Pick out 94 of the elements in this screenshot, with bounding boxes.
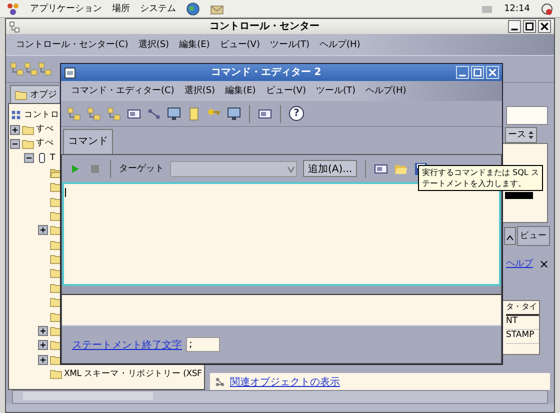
expand-icon[interactable]	[38, 225, 48, 236]
collapse-icon[interactable]	[24, 153, 34, 164]
menu-item[interactable]: ツール(T)	[316, 85, 356, 97]
tab-label: オブジ	[30, 88, 57, 101]
menu-item[interactable]: 選択(S)	[138, 38, 170, 50]
folder-icon	[50, 240, 62, 250]
link-icon	[214, 376, 226, 387]
window-icon[interactable]	[127, 106, 141, 120]
tree-item[interactable]: すべ	[36, 124, 54, 136]
column-header[interactable]: タ・タイ	[506, 301, 539, 316]
open-folder-icon	[50, 168, 62, 178]
folder-icon	[50, 282, 62, 293]
node-icon[interactable]	[67, 106, 81, 120]
view-button[interactable]: ビュー	[517, 226, 550, 246]
window-icon	[64, 66, 76, 78]
folder-icon	[50, 196, 62, 207]
menu-item[interactable]: 編集(E)	[179, 38, 210, 50]
column-header[interactable]: ース	[505, 127, 537, 144]
folder-icon	[50, 254, 62, 264]
connection-icon[interactable]	[147, 106, 161, 120]
expand-icon[interactable]	[38, 340, 48, 350]
menu-item[interactable]: 選択(S)	[184, 85, 216, 97]
caret-icon	[506, 234, 514, 241]
tab[interactable]: コマンド	[63, 129, 113, 154]
menu-item[interactable]: ヘルプ(H)	[366, 85, 406, 97]
panel-menu[interactable]: 場所	[112, 2, 130, 14]
folder-icon	[50, 354, 62, 365]
folder-icon	[50, 369, 62, 380]
tree-item[interactable]: コントロ	[24, 110, 60, 121]
maximize-icon[interactable]	[523, 20, 536, 33]
collapse-icon[interactable]	[10, 138, 20, 149]
folder-icon	[50, 210, 62, 221]
panel-menu[interactable]: システム	[140, 2, 176, 14]
close-icon[interactable]	[538, 20, 551, 33]
folder-icon	[50, 312, 62, 322]
document-icon[interactable]	[187, 106, 201, 120]
menu-item[interactable]: ヘルプ(H)	[320, 38, 360, 50]
scrollbar[interactable]	[12, 390, 548, 404]
monitor-icon[interactable]	[227, 106, 241, 120]
folder-icon	[15, 90, 27, 100]
folder-icon	[50, 182, 62, 192]
sort-icon[interactable]	[528, 130, 534, 140]
minimize-icon[interactable]	[508, 20, 521, 33]
tooltip-text: 実行するコマンドまたは SQL ス	[422, 167, 539, 178]
tree-icon	[9, 20, 21, 32]
terminator-field[interactable]: ;	[186, 337, 220, 352]
folder-icon	[50, 297, 62, 308]
expand-icon[interactable]	[10, 124, 20, 135]
tree-item[interactable]: T	[50, 152, 55, 164]
folder-icon	[50, 225, 62, 236]
caret-button[interactable]	[504, 227, 516, 246]
folder-icon	[22, 138, 34, 149]
window-title: コントロール・センター	[208, 20, 320, 32]
monitor-icon[interactable]	[167, 106, 181, 120]
add-button[interactable]: 追加(A)...	[303, 160, 358, 177]
tree-item[interactable]: すべ	[36, 138, 54, 150]
panel-menu[interactable]: アプリケーション	[30, 2, 102, 14]
node-icon[interactable]	[38, 62, 52, 76]
target-label: ターゲット	[119, 163, 164, 175]
tooltip-text: テートメントを入力します。	[422, 178, 527, 189]
globe-icon[interactable]	[186, 2, 200, 16]
menu-item[interactable]: ツール(T)	[270, 38, 310, 50]
splitter[interactable]	[62, 286, 501, 295]
window-icon[interactable]	[258, 106, 272, 120]
window-icon[interactable]	[374, 162, 388, 176]
node-icon[interactable]	[107, 106, 121, 120]
menu-item[interactable]: ビュー(V)	[220, 38, 260, 50]
table-cell: NT	[506, 316, 539, 330]
help-button[interactable]: ?	[289, 106, 304, 121]
clock[interactable]: 12:14	[504, 2, 530, 14]
node-icon[interactable]	[10, 62, 24, 76]
help-link[interactable]: ヘルプ	[506, 257, 533, 270]
menu-item[interactable]: コマンド・エディター(C)	[71, 85, 174, 97]
expand-icon[interactable]	[38, 354, 48, 365]
node-icon[interactable]	[87, 106, 101, 120]
selected-row[interactable]	[505, 192, 533, 200]
menu-item[interactable]: ビュー(V)	[266, 85, 306, 97]
folder-icon	[50, 340, 62, 350]
menu-item[interactable]: コントロール・センター(C)	[16, 38, 128, 50]
tree-item[interactable]: XML スキーマ・リポジトリー (XSF	[64, 368, 202, 380]
folder-icon	[50, 326, 62, 336]
close-button[interactable]: ×	[538, 256, 549, 271]
expand-icon[interactable]	[38, 326, 48, 336]
tab[interactable]: オブジ	[10, 85, 59, 103]
statement-terminator-link[interactable]: ステートメント終了文字	[72, 338, 182, 352]
database-icon	[36, 153, 48, 164]
menu-item[interactable]: 編集(E)	[225, 85, 256, 97]
node-icon[interactable]	[24, 62, 38, 76]
grid-icon	[10, 110, 22, 120]
window-title: コマンド・エディター 2	[210, 66, 322, 78]
folder-icon	[22, 124, 34, 135]
folder-icon	[50, 268, 62, 278]
input-field[interactable]	[506, 106, 548, 126]
table-cell: STAMP	[506, 330, 539, 344]
